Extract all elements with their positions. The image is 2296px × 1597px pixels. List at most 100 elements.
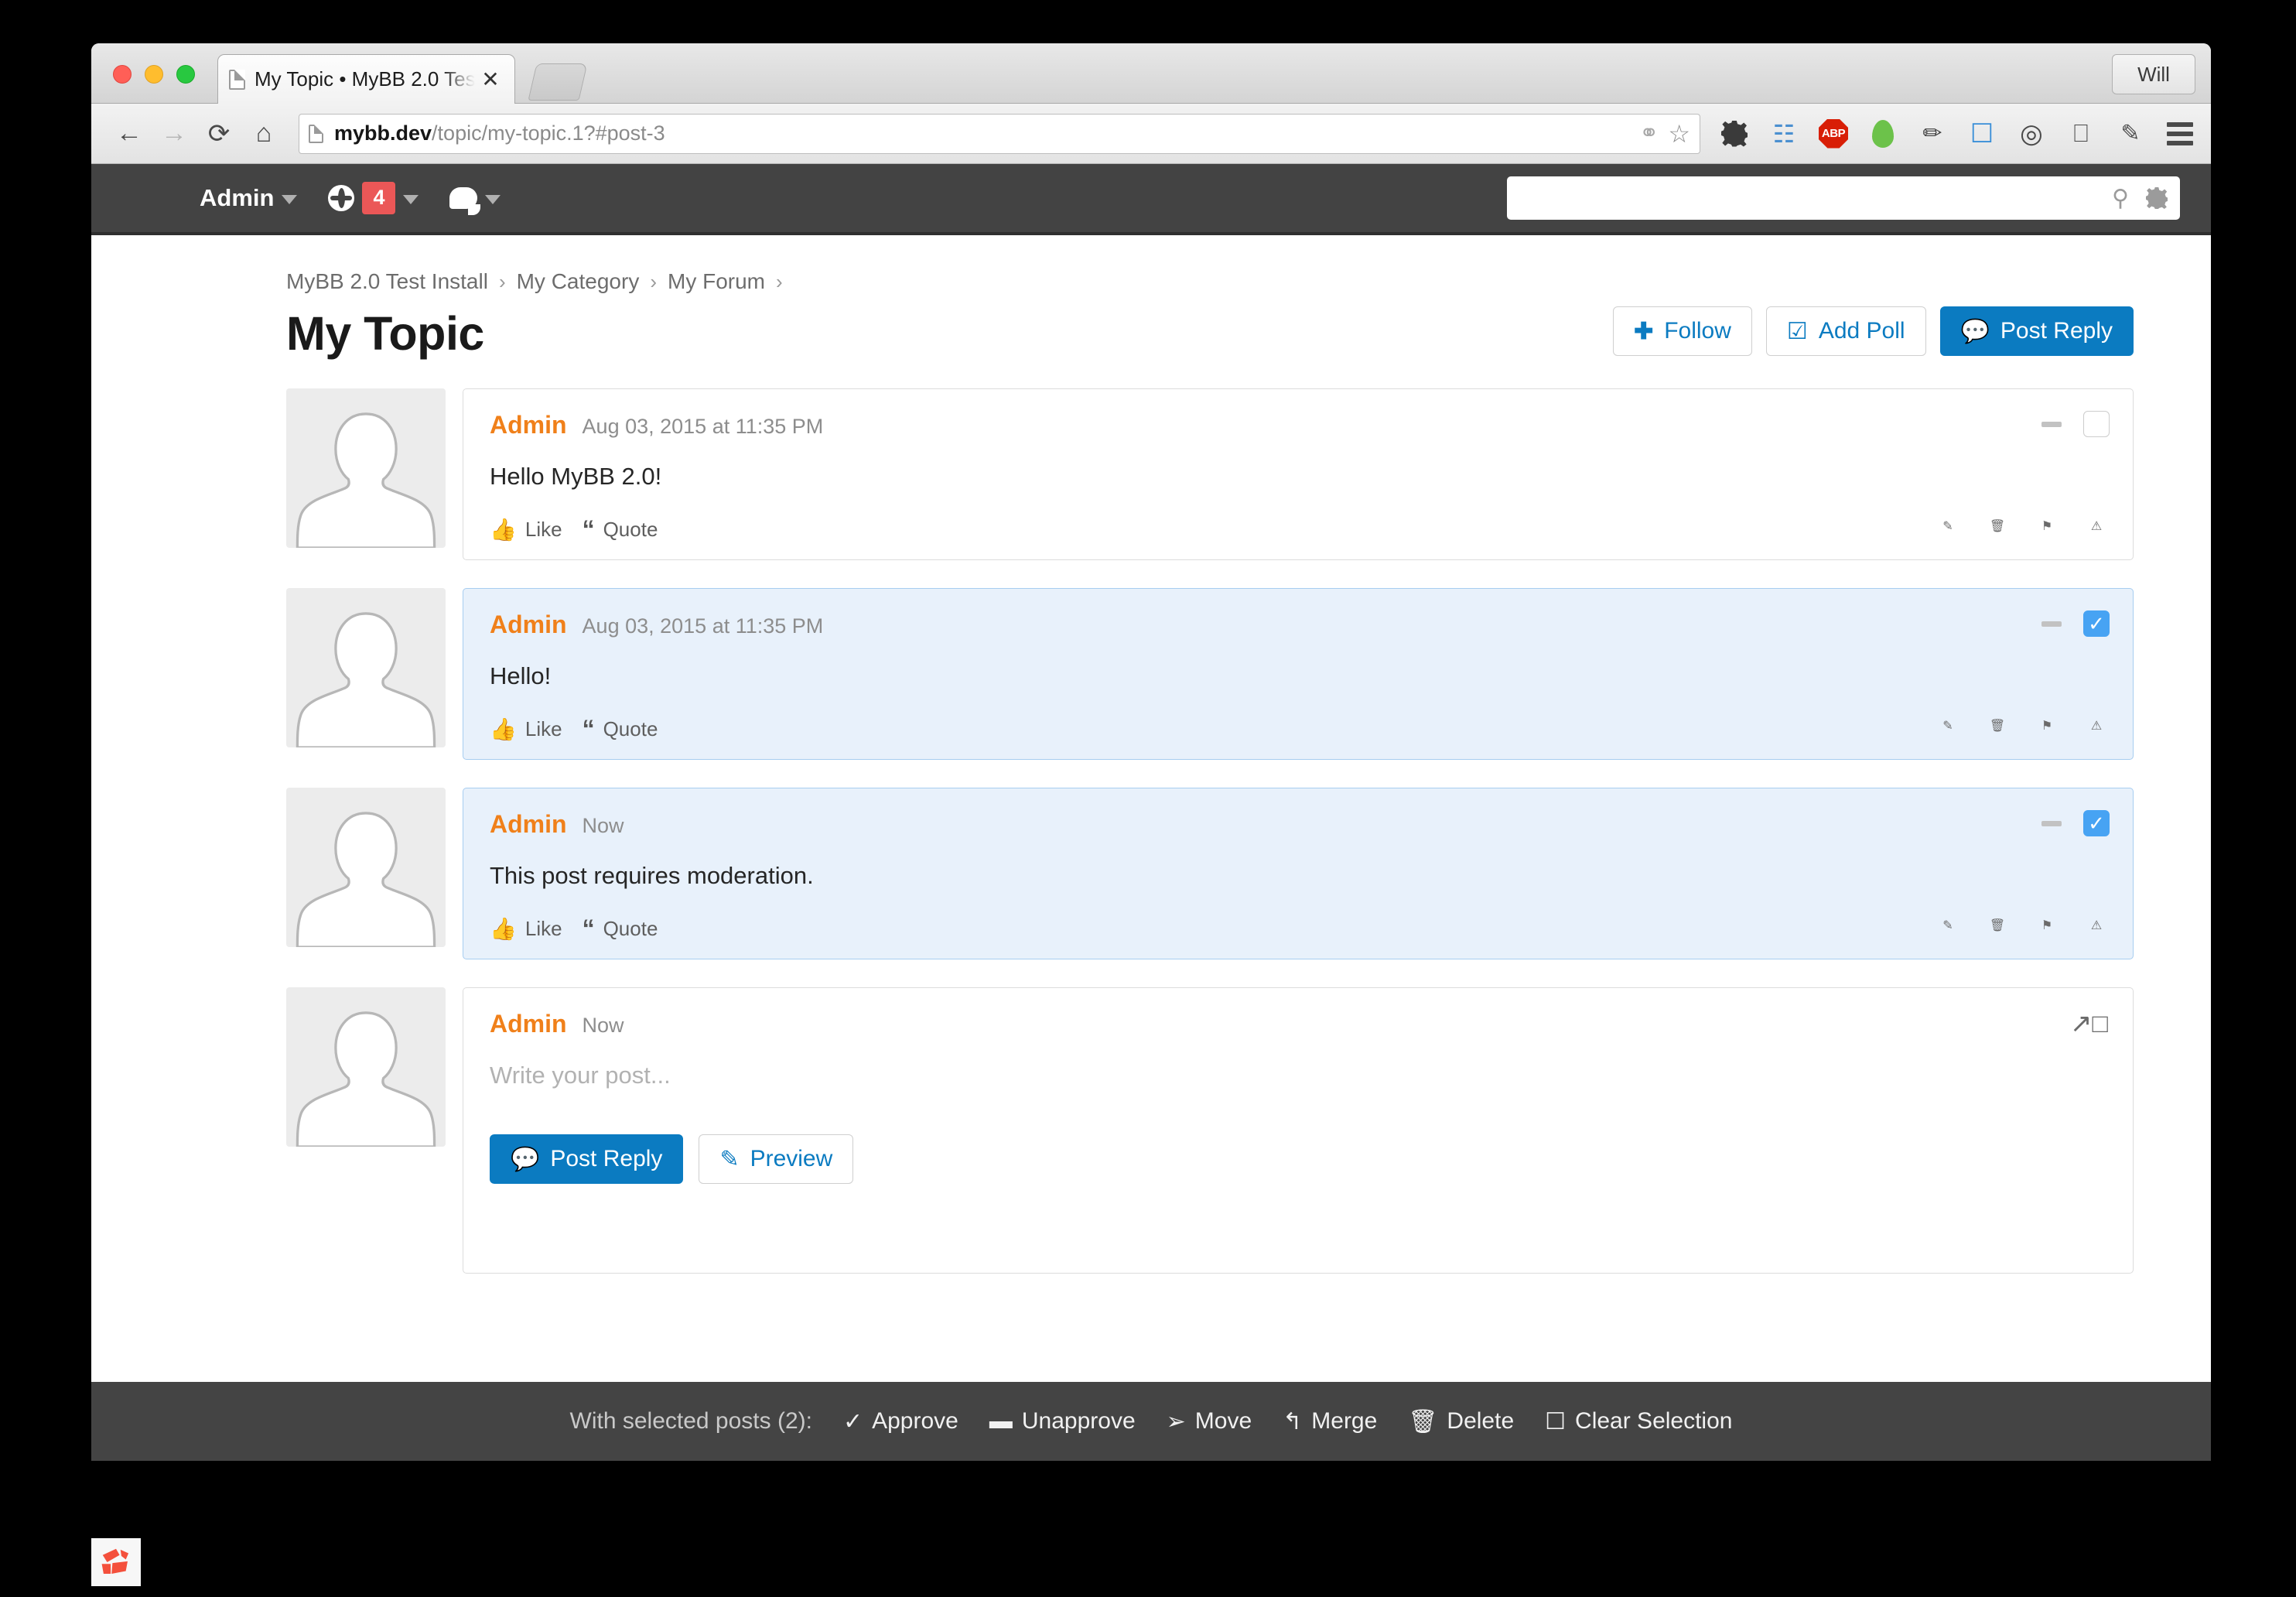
trash-icon[interactable]: 🗑 [1984,912,2011,939]
home-icon[interactable]: ⌂ [241,111,286,156]
edit-icon: ✎ [719,1146,740,1172]
new-tab-button[interactable] [528,63,588,101]
post-reaction-bar: 👍 Like “ Quote [490,716,2106,742]
unapprove-label: Unapprove [1021,1408,1136,1434]
flag-icon[interactable]: ⚑ [2034,912,2060,939]
breadcrumb-item-forum[interactable]: My Forum [668,269,765,294]
collapse-post-icon[interactable] [2041,421,2062,427]
avatar[interactable] [286,588,446,747]
minimize-window-button[interactable] [145,65,163,84]
report-icon[interactable]: ⚠ [2083,912,2110,939]
flag-icon[interactable]: ⚑ [2034,513,2060,539]
star-icon[interactable]: ☆ [1668,119,1690,149]
search-box[interactable]: ⚲ [1507,176,2180,220]
post-text: Hello MyBB 2.0! [490,463,662,490]
thumbs-up-icon: 👍 [490,917,517,941]
edit-icon[interactable]: ✎ [1935,713,1961,739]
window-controls [113,65,195,84]
collapse-post-icon[interactable] [2041,621,2062,627]
gear-icon[interactable] [1719,118,1750,149]
menu-icon[interactable] [2164,118,2195,149]
add-poll-button[interactable]: ☑ Add Poll [1765,306,1926,356]
reply-editor-row: Admin Now Write your post... ↗□ 💬 Post R… [286,987,2134,1274]
reload-icon[interactable]: ⟳ [196,111,241,156]
clear-selection-label: Clear Selection [1575,1408,1733,1434]
eyedropper-icon[interactable]: ✏ [1917,118,1948,149]
trash-icon[interactable]: 🗑 [1984,513,2011,539]
post-header: Admin Aug 03, 2015 at 11:35 PM [490,411,2106,439]
post-reaction-bar: 👍 Like “ Quote [490,517,2106,542]
back-icon[interactable]: ← [107,111,152,156]
preview-button[interactable]: ✎ Preview [699,1134,854,1184]
trash-icon[interactable]: 🗑 [1984,713,2011,739]
like-label: Like [524,717,562,740]
edit-icon[interactable]: ✎ [1935,513,1961,539]
follow-button[interactable]: ✚ Follow [1613,306,1752,356]
nav-user-menu[interactable]: Admin [200,184,298,212]
maximize-window-button[interactable] [176,65,195,84]
breadcrumb-item-install[interactable]: MyBB 2.0 Test Install [286,269,488,294]
minus-icon: ▬ [989,1408,1013,1434]
collapse-post-icon[interactable] [2041,820,2062,826]
editor-post-reply-button[interactable]: 💬 Post Reply [490,1134,684,1184]
post-select-checkbox[interactable] [2083,411,2110,437]
nav-alerts-menu[interactable]: 4 [328,182,419,214]
delete-button[interactable]: 🗑 Delete [1408,1408,1514,1435]
report-icon[interactable]: ⚠ [2083,513,2110,539]
alerts-badge: 4 [362,182,396,214]
window-icon[interactable]: ☷ [1768,118,1799,149]
search-icon[interactable]: ⚲ [2112,185,2129,212]
post-tool-icons: ✎ 🗑 ⚑ ⚠ [1935,513,2110,539]
mybb-logo[interactable] [91,1538,141,1586]
avatar[interactable] [286,388,446,548]
url-text: mybb.dev/topic/my-topic.1?#post-3 [334,121,665,145]
like-button[interactable]: 👍 Like [490,916,562,942]
post-author[interactable]: Admin [490,610,567,639]
report-icon[interactable]: ⚠ [2083,713,2110,739]
forward-icon[interactable]: → [152,111,196,156]
quote-button[interactable]: “ Quote [583,716,658,742]
approve-button[interactable]: ✓ Approve [843,1408,958,1435]
clear-selection-button[interactable]: ☐ Clear Selection [1545,1408,1732,1435]
abp-label: ABP [1819,118,1848,149]
breadcrumb-separator: › [498,269,506,293]
thumbs-up-icon: 👍 [490,717,517,741]
search-settings-gear-icon[interactable] [2146,187,2168,209]
avatar[interactable] [286,788,446,947]
move-button[interactable]: ➢ Move [1167,1408,1252,1435]
edit-icon[interactable]: ✎ [1935,912,1961,939]
screenshot-icon[interactable]: ☐ [1966,118,1997,149]
avatar[interactable] [286,987,446,1147]
post-select-checkbox[interactable]: ✓ [2083,810,2110,836]
post-author[interactable]: Admin [490,411,567,439]
browser-profile-button[interactable]: Will [2112,54,2195,94]
external-link-icon[interactable]: ↗□ [2070,1008,2108,1039]
like-button[interactable]: 👍 Like [490,716,562,742]
abp-icon[interactable]: ABP [1818,118,1849,149]
lastpass-icon[interactable]: ◎ [2016,118,2047,149]
browser-title-bar: My Topic • MyBB 2.0 Test ✕ Will [91,43,2211,104]
post-reply-button[interactable]: 💬 Post Reply [1939,306,2134,356]
close-tab-button[interactable]: ✕ [477,67,504,93]
check-icon: ✓ [842,1408,863,1435]
post-author[interactable]: Admin [490,810,567,839]
unapprove-button[interactable]: ▬ Unapprove [989,1408,1136,1435]
post-select-checkbox[interactable]: ✓ [2083,610,2110,637]
notes-icon[interactable]: ✎ [2115,118,2146,149]
tab-title: My Topic • MyBB 2.0 Test [255,67,477,91]
post-content: Admin Aug 03, 2015 at 11:35 PM Hello MyB… [463,388,2134,560]
ghost-icon[interactable]: ⚭ [1639,120,1659,147]
quote-button[interactable]: “ Quote [583,517,658,542]
breadcrumb-item-category[interactable]: My Category [517,269,640,294]
post-body-input[interactable]: Write your post... [490,1062,2106,1089]
close-window-button[interactable] [113,65,132,84]
pin-icon[interactable] [1867,118,1898,149]
nav-messages-menu[interactable] [449,187,501,215]
browser-tab[interactable]: My Topic • MyBB 2.0 Test ✕ [217,54,515,104]
quote-button[interactable]: “ Quote [583,916,658,942]
cast-icon[interactable]: ⎕ [2065,118,2096,149]
address-bar[interactable]: mybb.dev/topic/my-topic.1?#post-3 ⚭ ☆ [299,113,1700,154]
flag-icon[interactable]: ⚑ [2034,713,2060,739]
merge-button[interactable]: ↰ Merge [1283,1408,1377,1435]
like-button[interactable]: 👍 Like [490,517,562,542]
